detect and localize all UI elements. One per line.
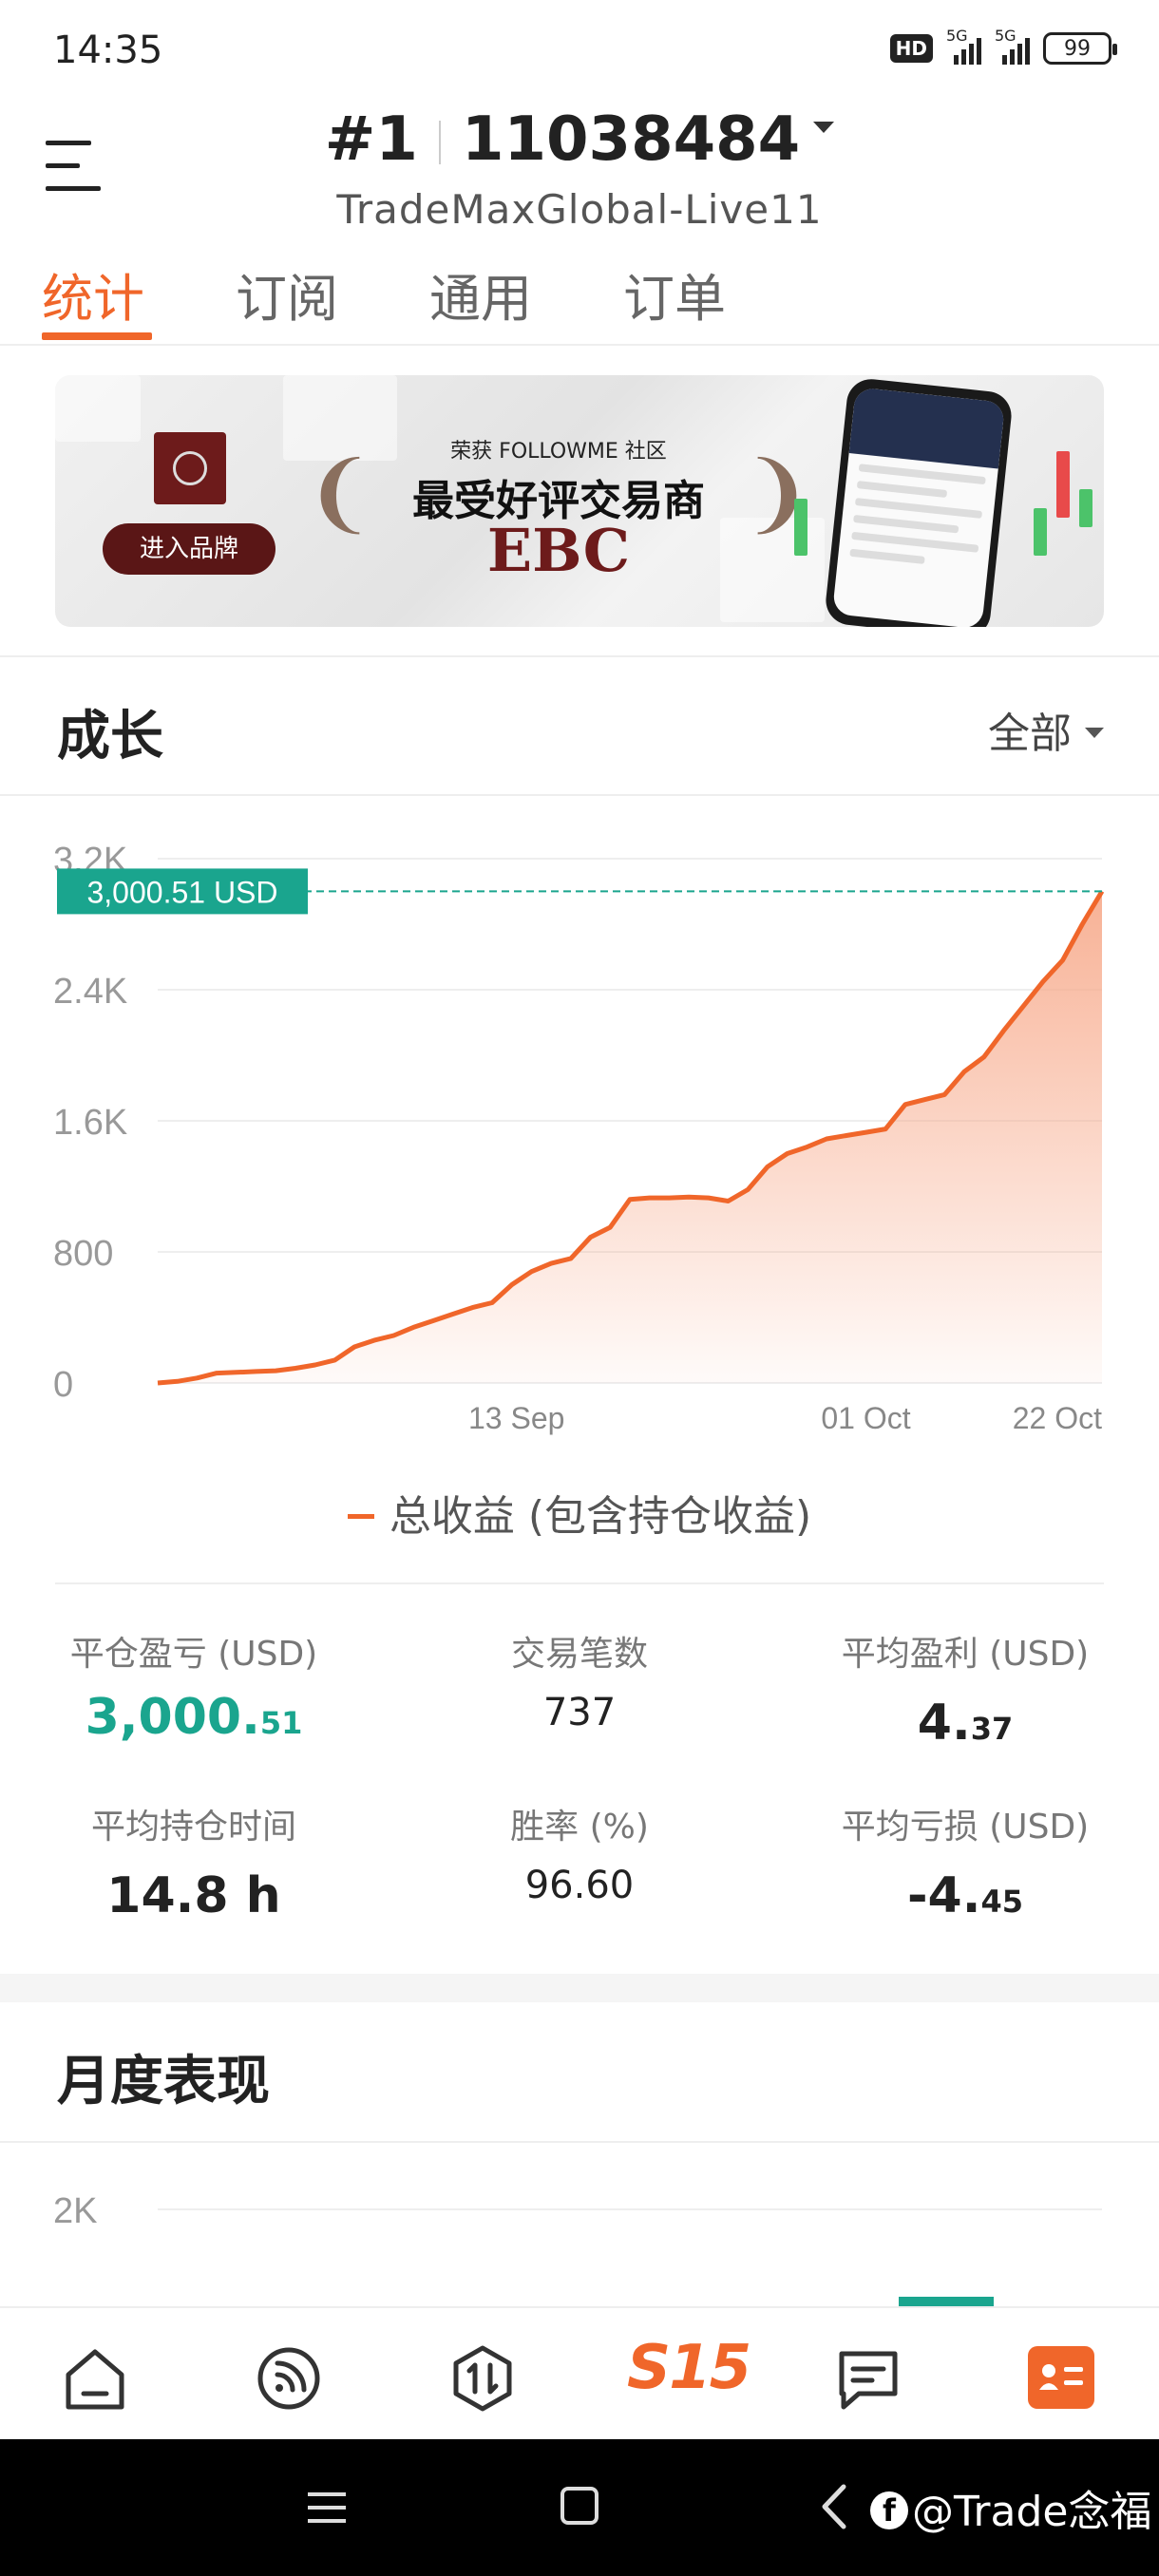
status-time: 14:35 xyxy=(53,28,163,72)
trade-count-label: 交易笔数 xyxy=(510,1635,648,1674)
hd-voice-icon: HD xyxy=(889,34,933,63)
status-bar: 14:35 HD 5G 5G 99 xyxy=(0,0,1159,104)
ebc-logo xyxy=(154,432,226,504)
account-id: 11038484 xyxy=(461,104,801,175)
back-icon[interactable] xyxy=(819,2483,849,2530)
system-nav-bar: f @Trade念福 xyxy=(0,2439,1159,2576)
y-tick-label: 2K xyxy=(53,2191,97,2231)
s15-icon[interactable]: S15 xyxy=(627,2333,751,2403)
feed-icon[interactable] xyxy=(251,2340,327,2416)
y-tick-label: 1.6K xyxy=(53,1103,127,1143)
tab-orders[interactable]: 订单 xyxy=(623,256,726,331)
chevron-down-icon xyxy=(813,122,835,134)
x-tick-label: 01 Oct xyxy=(821,1401,910,1435)
divider xyxy=(0,794,1159,796)
battery-icon: 99 xyxy=(1043,32,1117,65)
avg-hold-time-label: 平均持仓时间 xyxy=(90,1808,296,1847)
divider xyxy=(0,2141,1159,2143)
avg-loss-value: -4.45 xyxy=(906,1867,1024,1924)
y-tick-label: 800 xyxy=(53,1234,113,1274)
chevron-down-icon xyxy=(1085,727,1104,738)
promo-banner[interactable]: 进入品牌 ❨ ❩ 荣获 FOLLOWME 社区 最受好评交易商 EBC xyxy=(55,375,1104,627)
tab-bar: 统计 订阅 通用 订单 xyxy=(0,249,1159,346)
signal-icon: 5G xyxy=(946,27,981,65)
enter-brand-button[interactable]: 进入品牌 xyxy=(103,523,276,575)
area-fill xyxy=(158,891,1102,1383)
win-rate-label: 胜率 (%) xyxy=(510,1808,649,1847)
period-label: 全部 xyxy=(988,710,1072,758)
candle-icon xyxy=(1056,451,1070,518)
legend-label: 总收益 (包含持仓收益) xyxy=(389,1492,812,1541)
signal-icon-2: 5G xyxy=(995,27,1030,65)
legend-swatch xyxy=(347,1513,374,1519)
closed-pnl-value: 3,000.51 xyxy=(85,1689,303,1746)
bottom-nav: S15 xyxy=(0,2306,1159,2439)
avg-profit-label: 平均盈利 (USD) xyxy=(841,1635,1090,1674)
candle-icon xyxy=(1034,508,1047,556)
divider xyxy=(0,655,1159,657)
account-rank: #1 xyxy=(324,104,418,175)
divider xyxy=(55,1582,1104,1584)
x-tick-label: 13 Sep xyxy=(468,1401,564,1435)
recent-apps-icon[interactable] xyxy=(308,2492,346,2532)
trade-count-value: 737 xyxy=(542,1691,617,1734)
candle-icon xyxy=(794,499,808,556)
win-rate-value: 96.60 xyxy=(524,1864,635,1907)
closed-pnl-label: 平仓盈亏 (USD) xyxy=(69,1635,318,1674)
monthly-chart: 2K xyxy=(53,2191,1102,2306)
monthly-title: 月度表现 xyxy=(57,2051,270,2112)
avg-profit-value: 4.37 xyxy=(917,1695,1014,1752)
section-gap xyxy=(0,1974,1159,2002)
candle-icon xyxy=(1079,489,1092,527)
account-server: TradeMaxGlobal-Live11 xyxy=(336,186,823,233)
profile-icon[interactable] xyxy=(1028,2346,1094,2409)
tab-statistics[interactable]: 统计 xyxy=(42,256,144,331)
trade-icon[interactable] xyxy=(445,2340,521,2416)
current-value-label: 3,000.51 USD xyxy=(86,875,277,909)
chart-legend: 总收益 (包含持仓收益) xyxy=(0,1482,1159,1543)
y-tick-label: 0 xyxy=(53,1365,73,1405)
home-icon[interactable] xyxy=(57,2340,133,2416)
watermark: f @Trade念福 xyxy=(870,2477,1151,2538)
tab-subscribe[interactable]: 订阅 xyxy=(236,256,338,331)
banner-subtitle: 荣获 FOLLOWME 社区 xyxy=(450,440,667,464)
period-selector[interactable]: 全部 xyxy=(988,699,1104,760)
account-selector[interactable]: #1 11038484 xyxy=(0,104,1159,175)
avg-loss-label: 平均亏损 (USD) xyxy=(841,1808,1090,1847)
messages-icon[interactable] xyxy=(830,2340,906,2416)
tab-general[interactable]: 通用 xyxy=(429,256,532,331)
status-icons: HD 5G 5G 99 xyxy=(889,27,1117,65)
home-button-icon[interactable] xyxy=(560,2487,598,2525)
banner-brand: EBC xyxy=(486,516,631,585)
phone-illustration xyxy=(823,376,1015,627)
growth-title: 成长 xyxy=(57,706,163,767)
y-tick-label: 2.4K xyxy=(53,972,127,1012)
facebook-icon: f xyxy=(870,2491,908,2529)
bar xyxy=(899,2297,994,2306)
avg-hold-time-value: 14.8 h xyxy=(106,1867,281,1924)
growth-chart[interactable]: 08001.6K2.4K3.2K13 Sep 01 Oct 22 Oct3,000.… xyxy=(0,817,1159,1463)
active-tab-indicator xyxy=(42,332,152,340)
x-tick-label: 22 Oct xyxy=(1013,1401,1102,1435)
